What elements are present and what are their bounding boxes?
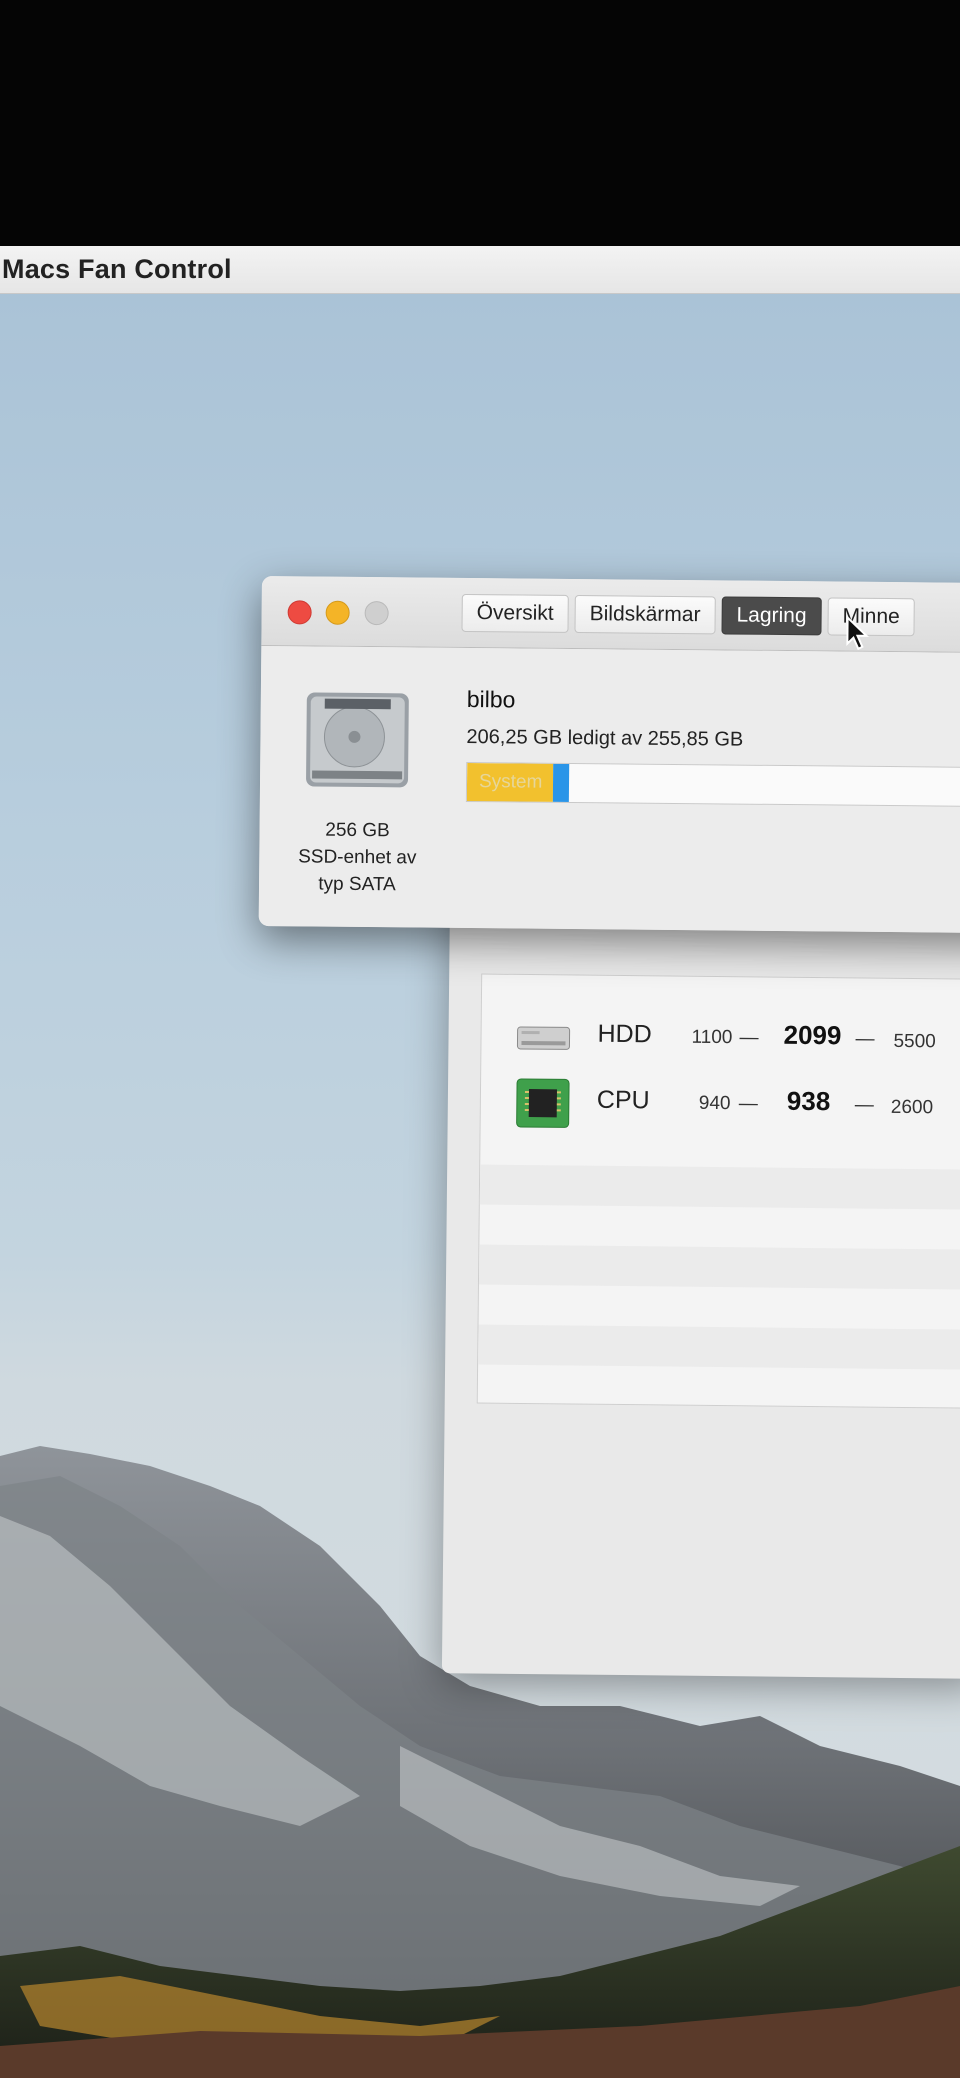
- fan-max-rpm: 2600: [890, 1096, 934, 1119]
- fan-min-rpm: 940: [698, 1092, 731, 1115]
- fan-current-rpm: 938: [786, 1085, 831, 1117]
- list-stripe: [478, 1244, 960, 1290]
- fan-name: HDD: [597, 1019, 652, 1049]
- list-stripe: [479, 1164, 960, 1210]
- fan-list: HDD 1100 — 2099 — 5500 CPU 940 — 938 — 2…: [476, 973, 960, 1409]
- app-menu-name[interactable]: Macs Fan Control: [2, 254, 232, 285]
- fan-separator: —: [854, 1094, 874, 1116]
- zoom-button[interactable]: [364, 600, 389, 626]
- minimize-button[interactable]: [325, 600, 350, 625]
- fan-max-rpm: 5500: [893, 1030, 936, 1053]
- hdd-icon: [516, 1026, 571, 1050]
- cpu-chip-icon: [516, 1078, 570, 1128]
- fan-row-cpu[interactable]: CPU 940 — 938 — 2600: [481, 1069, 960, 1140]
- usage-segment-other[interactable]: [552, 763, 570, 804]
- usage-segment-system[interactable]: System: [466, 762, 554, 804]
- about-this-mac-window: Översikt Bildskärmar Lagring Minne 256 G…: [258, 576, 960, 934]
- list-stripe: [478, 1324, 960, 1370]
- menu-bar: Macs Fan Control: [0, 246, 960, 294]
- storage-panel: 256 GB SSD-enhet av typ SATA bilbo 206,2…: [258, 645, 960, 934]
- fan-row-hdd[interactable]: HDD 1100 — 2099 — 5500: [481, 1003, 960, 1074]
- volume-name: bilbo: [466, 685, 516, 713]
- volume-free-space: 206,25 GB ledigt av 255,85 GB: [466, 725, 744, 751]
- fan-min-rpm: 1100: [691, 1026, 733, 1049]
- monitor-bezel: [0, 0, 960, 248]
- close-button[interactable]: [287, 600, 312, 625]
- drive-capacity: 256 GB: [325, 819, 390, 842]
- fan-control-window: HDD 1100 — 2099 — 5500 CPU 940 — 938 — 2…: [441, 883, 960, 1679]
- storage-usage-bar[interactable]: System: [465, 761, 960, 808]
- title-bar: Översikt Bildskärmar Lagring Minne: [261, 576, 960, 654]
- desktop: Macs Fan Control HDD 1100 — 2099 — 5500 …: [0, 246, 960, 2078]
- mouse-pointer-icon: [846, 615, 869, 651]
- ssd-drive-icon: [306, 692, 409, 788]
- drive-type: typ SATA: [318, 873, 396, 896]
- fan-separator: —: [855, 1028, 875, 1050]
- tab-overview[interactable]: Översikt: [461, 593, 569, 633]
- usage-segment-label: System: [478, 771, 543, 793]
- tab-storage[interactable]: Lagring: [721, 596, 822, 636]
- fan-separator: —: [739, 1027, 759, 1049]
- fan-current-rpm: 2099: [783, 1019, 842, 1051]
- tab-displays[interactable]: Bildskärmar: [574, 595, 716, 635]
- fan-name: CPU: [596, 1085, 650, 1115]
- drive-info: 256 GB SSD-enhet av typ SATA: [277, 816, 438, 899]
- drive-type: SSD-enhet av: [298, 846, 417, 869]
- fan-separator: —: [738, 1093, 758, 1115]
